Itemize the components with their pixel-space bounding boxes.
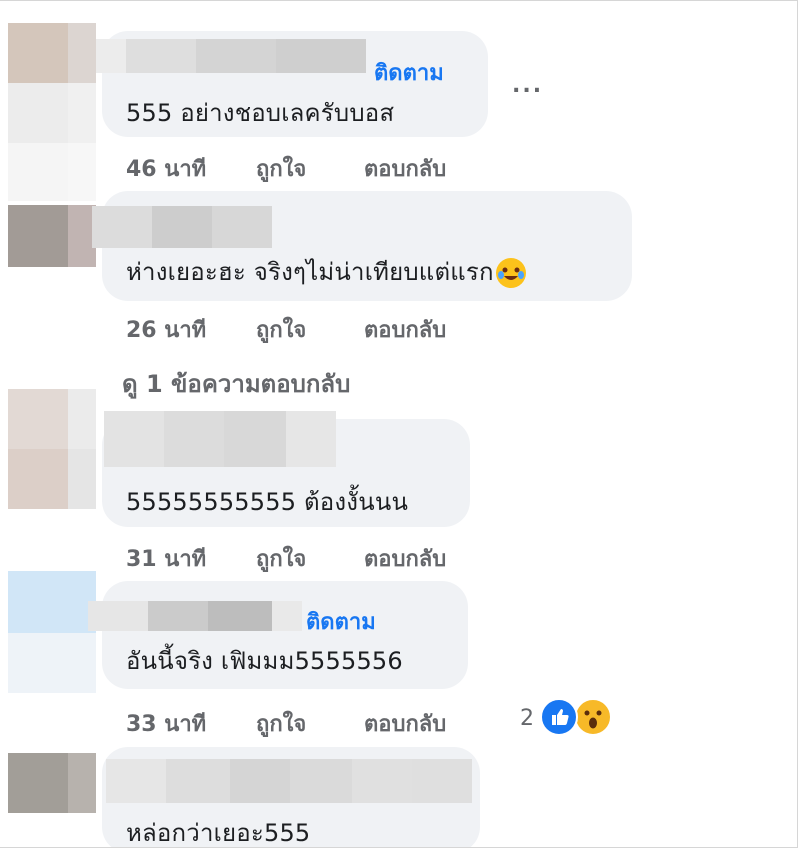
comment-thread: ติดตาม 555 อย่างชอบเลครับบอส ... 46 นาที… (0, 0, 798, 848)
comment-text: 555 อย่างชอบเลครับบอส (126, 99, 395, 127)
reaction-count[interactable]: 2 (520, 706, 534, 731)
timestamp[interactable]: 33 นาที (126, 706, 256, 741)
follow-button[interactable]: ติดตาม (306, 604, 376, 639)
like-button[interactable]: ถูกใจ (256, 706, 364, 741)
like-button[interactable]: ถูกใจ (256, 151, 364, 186)
comment-actions: 33 นาที ถูกใจ ตอบกลับ (126, 706, 446, 741)
author-name[interactable] (106, 759, 472, 803)
reply-button[interactable]: ตอบกลับ (364, 541, 446, 576)
author-name[interactable] (92, 206, 272, 248)
comment-text: ห่างเยอะฮะ จริงๆไม่น่าเทียบแต่แรก (126, 252, 526, 291)
timestamp[interactable]: 46 นาที (126, 151, 256, 186)
comment-text: อันนี้จริง เฟิมมม5555556 (126, 647, 403, 675)
author-name[interactable] (104, 411, 336, 467)
reply-button[interactable]: ตอบกลับ (364, 706, 446, 741)
follow-button[interactable]: ติดตาม (374, 55, 444, 90)
avatar[interactable] (8, 571, 96, 693)
more-options-icon[interactable]: ... (512, 73, 543, 98)
like-icon (540, 698, 578, 736)
wow-icon (574, 698, 612, 736)
avatar[interactable] (8, 23, 96, 201)
like-button[interactable]: ถูกใจ (256, 541, 364, 576)
view-replies-link[interactable]: ดู 1 ข้อความตอบกลับ (122, 364, 350, 403)
reply-button[interactable]: ตอบกลับ (364, 151, 446, 186)
avatar[interactable] (8, 389, 96, 509)
comment-text: 55555555555 ต้องงั้นนน (126, 488, 409, 516)
timestamp[interactable]: 26 นาที (126, 312, 256, 347)
comment-actions: 46 นาที ถูกใจ ตอบกลับ (126, 151, 446, 186)
rolling-on-floor-laughing-emoji (495, 258, 526, 288)
author-name[interactable] (96, 39, 366, 73)
timestamp[interactable]: 31 นาที (126, 541, 256, 576)
comment-actions: 31 นาที ถูกใจ ตอบกลับ (126, 541, 446, 576)
comment-text-content: ห่างเยอะฮะ จริงๆไม่น่าเทียบแต่แรก (126, 258, 494, 286)
avatar[interactable] (8, 753, 96, 813)
reply-button[interactable]: ตอบกลับ (364, 312, 446, 347)
like-button[interactable]: ถูกใจ (256, 312, 364, 347)
comment-text: หล่อกว่าเยอะ555 (126, 819, 311, 847)
author-name[interactable] (88, 601, 302, 631)
avatar[interactable] (8, 205, 96, 267)
comment-actions: 26 นาที ถูกใจ ตอบกลับ (126, 312, 446, 347)
